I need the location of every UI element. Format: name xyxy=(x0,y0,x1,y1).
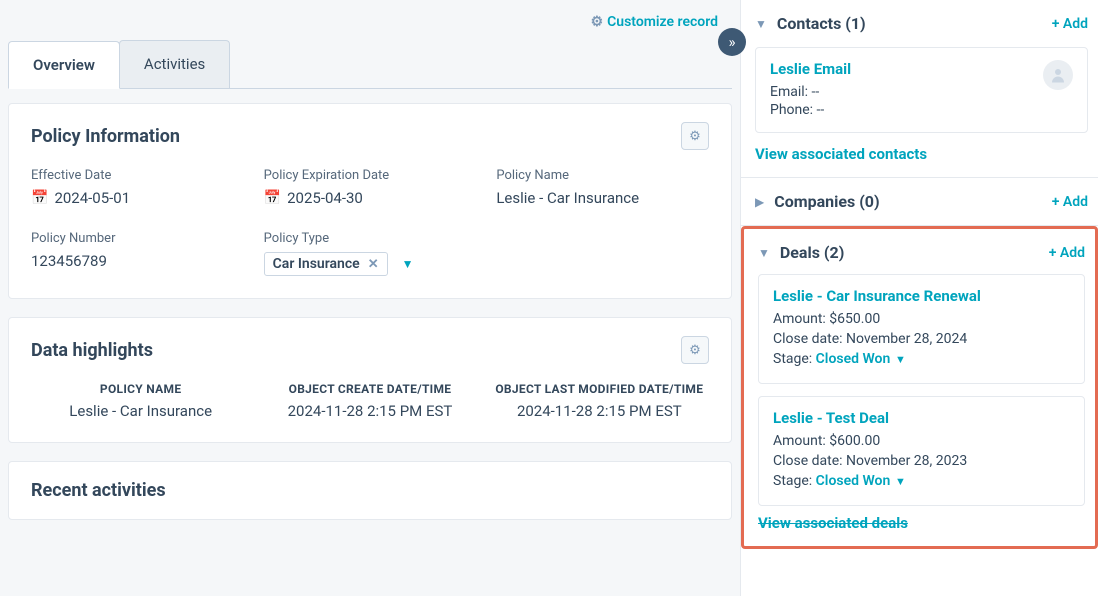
effective-date-value[interactable]: 📅 2024-05-01 xyxy=(31,189,244,207)
deal-1-title[interactable]: Leslie - Car Insurance Renewal xyxy=(773,287,1070,305)
highlights-settings-button[interactable]: ⚙ xyxy=(681,336,709,364)
h-create-value: 2024-11-28 2:15 PM EST xyxy=(260,402,479,420)
policy-type-field: Policy Type Car Insurance ✕ ▼ xyxy=(264,231,477,276)
deal-card-1[interactable]: Leslie - Car Insurance Renewal Amount: $… xyxy=(758,274,1085,384)
tab-overview[interactable]: Overview xyxy=(8,41,120,89)
view-deals-link[interactable]: View associated deals xyxy=(758,514,1085,532)
deal-1-close: Close date: November 28, 2024 xyxy=(773,331,1070,347)
policy-type-label: Policy Type xyxy=(264,231,477,246)
expiration-date-text: 2025-04-30 xyxy=(287,189,363,207)
contacts-section: ▼ Contacts (1) + Add Leslie Email Email:… xyxy=(741,0,1098,178)
policy-number-label: Policy Number xyxy=(31,231,244,246)
policy-settings-button[interactable]: ⚙ xyxy=(681,122,709,150)
policy-name-label: Policy Name xyxy=(496,168,709,183)
effective-date-field: Effective Date 📅 2024-05-01 xyxy=(31,168,244,207)
policy-type-text: Car Insurance xyxy=(273,256,360,272)
deals-title: Deals (2) xyxy=(780,243,844,262)
h-modified-label: OBJECT LAST MODIFIED DATE/TIME xyxy=(490,382,709,396)
h-policy-name-value: Leslie - Car Insurance xyxy=(31,402,250,420)
h-create-label: OBJECT CREATE DATE/TIME xyxy=(260,382,479,396)
chevron-down-icon[interactable]: ▼ xyxy=(758,246,770,260)
contacts-header: ▼ Contacts (1) + Add xyxy=(755,14,1088,33)
policy-grid: Effective Date 📅 2024-05-01 Policy Expir… xyxy=(31,168,709,276)
chevron-right-icon[interactable]: ▶ xyxy=(755,195,764,209)
contact-info: Leslie Email Email: -- Phone: -- xyxy=(770,60,851,120)
highlights-title: Data highlights xyxy=(31,340,153,361)
h-modified: OBJECT LAST MODIFIED DATE/TIME 2024-11-2… xyxy=(490,382,709,420)
deal-1-stage: Stage: Closed Won ▼ xyxy=(773,351,1070,367)
deals-highlight-box: ▼ Deals (2) + Add Leslie - Car Insurance… xyxy=(741,226,1098,549)
deals-section: ▼ Deals (2) + Add Leslie - Car Insurance… xyxy=(744,229,1095,546)
gear-icon: ⚙ xyxy=(591,14,604,30)
tab-activities[interactable]: Activities xyxy=(119,40,230,88)
deal-2-title[interactable]: Leslie - Test Deal xyxy=(773,409,1070,427)
contact-card[interactable]: Leslie Email Email: -- Phone: -- xyxy=(755,47,1088,133)
chevron-down-icon: ▼ xyxy=(892,475,906,488)
tabs: Overview Activities xyxy=(8,40,732,89)
policy-card-header: Policy Information ⚙ xyxy=(31,122,709,150)
customize-label: Customize record xyxy=(607,14,718,30)
recent-activities-card: Recent activities xyxy=(8,461,732,520)
chevron-down-icon: ▼ xyxy=(892,353,906,366)
chevron-down-icon[interactable]: ▼ xyxy=(402,257,414,271)
deal-1-stage-select[interactable]: Closed Won ▼ xyxy=(816,351,906,367)
expiration-label: Policy Expiration Date xyxy=(264,168,477,183)
contact-phone: Phone: -- xyxy=(770,102,851,118)
effective-date-text: 2024-05-01 xyxy=(54,189,130,207)
expiration-date-field: Policy Expiration Date 📅 2025-04-30 xyxy=(264,168,477,207)
calendar-icon: 📅 xyxy=(264,190,281,206)
main-content: ⚙Customize record Overview Activities Po… xyxy=(0,0,740,596)
deal-2-stage: Stage: Closed Won ▼ xyxy=(773,473,1070,489)
policy-name-field: Policy Name Leslie - Car Insurance xyxy=(496,168,709,207)
h-policy-name-label: POLICY NAME xyxy=(31,382,250,396)
deal-2-amount: Amount: $600.00 xyxy=(773,433,1070,449)
effective-date-label: Effective Date xyxy=(31,168,244,183)
expiration-date-value[interactable]: 📅 2025-04-30 xyxy=(264,189,477,207)
policy-info-card: Policy Information ⚙ Effective Date 📅 20… xyxy=(8,103,732,299)
h-policy-name: POLICY NAME Leslie - Car Insurance xyxy=(31,382,250,420)
person-icon xyxy=(1049,66,1067,84)
avatar xyxy=(1043,60,1073,90)
deal-2-close: Close date: November 28, 2023 xyxy=(773,453,1070,469)
right-panel: ▼ Contacts (1) + Add Leslie Email Email:… xyxy=(740,0,1098,596)
expand-panel-button[interactable]: » xyxy=(718,28,746,56)
policy-number-value[interactable]: 123456789 xyxy=(31,252,244,270)
contact-name-link[interactable]: Leslie Email xyxy=(770,60,851,78)
policy-type-chip[interactable]: Car Insurance ✕ xyxy=(264,252,388,276)
h-create: OBJECT CREATE DATE/TIME 2024-11-28 2:15 … xyxy=(260,382,479,420)
deal-2-stage-select[interactable]: Closed Won ▼ xyxy=(816,473,906,489)
highlights-grid: POLICY NAME Leslie - Car Insurance OBJEC… xyxy=(31,382,709,420)
companies-section: ▶ Companies (0) + Add xyxy=(741,178,1098,226)
customize-record-link[interactable]: ⚙Customize record xyxy=(591,14,718,30)
add-company-link[interactable]: + Add xyxy=(1052,194,1088,210)
policy-number-field: Policy Number 123456789 xyxy=(31,231,244,276)
recent-activities-title: Recent activities xyxy=(31,480,709,501)
highlights-header: Data highlights ⚙ xyxy=(31,336,709,364)
policy-type-value: Car Insurance ✕ ▼ xyxy=(264,252,477,276)
h-modified-value: 2024-11-28 2:15 PM EST xyxy=(490,402,709,420)
companies-header: ▶ Companies (0) + Add xyxy=(755,192,1088,211)
highlights-card: Data highlights ⚙ POLICY NAME Leslie - C… xyxy=(8,317,732,443)
view-contacts-link[interactable]: View associated contacts xyxy=(755,145,1088,163)
add-deal-link[interactable]: + Add xyxy=(1049,245,1085,261)
companies-title: Companies (0) xyxy=(774,192,879,211)
contacts-title: Contacts (1) xyxy=(777,14,866,33)
deal-card-2[interactable]: Leslie - Test Deal Amount: $600.00 Close… xyxy=(758,396,1085,506)
deals-header: ▼ Deals (2) + Add xyxy=(758,243,1085,262)
close-icon[interactable]: ✕ xyxy=(368,257,379,272)
add-contact-link[interactable]: + Add xyxy=(1052,16,1088,32)
policy-name-value[interactable]: Leslie - Car Insurance xyxy=(496,189,709,207)
customize-bar: ⚙Customize record xyxy=(0,8,740,40)
chevron-down-icon[interactable]: ▼ xyxy=(755,17,767,31)
contact-email: Email: -- xyxy=(770,84,851,100)
policy-info-title: Policy Information xyxy=(31,126,180,147)
deal-1-amount: Amount: $650.00 xyxy=(773,311,1070,327)
calendar-icon: 📅 xyxy=(31,190,48,206)
